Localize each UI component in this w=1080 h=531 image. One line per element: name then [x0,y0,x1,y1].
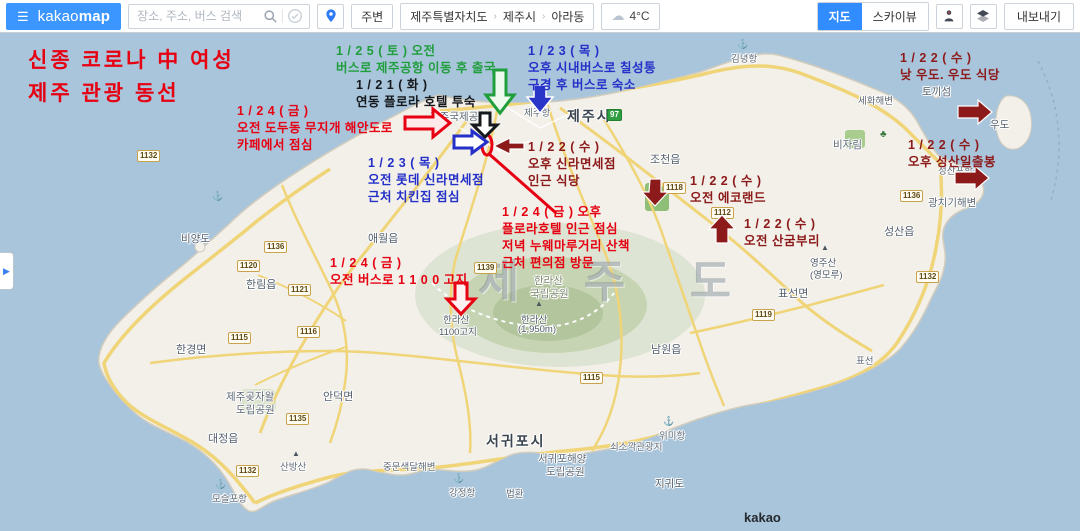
tab-skyview[interactable]: 스카이뷰 [862,3,928,30]
top-toolbar: ☰ kakaomap 주변 제주특별자치도 › 제주시 [0,0,1080,33]
breadcrumb: 제주특별자치도 › 제주시 › 아라동 [400,3,594,30]
my-location-button[interactable] [317,4,344,29]
annotation-line: 오전 도두동 무지개 해안도로 [237,120,393,137]
annotation-line: 1 / 2 5 ( 토 ) 오전 [336,43,496,60]
layers-button[interactable] [970,4,997,29]
annotation-0122-ecoland: 1 / 2 2 ( 수 ) 오전 에코랜드 [690,173,766,207]
nearby-button[interactable]: 주변 [351,4,393,29]
annotation-0122-sangumburi: 1 / 2 2 ( 수 ) 오전 산굼부리 [744,216,820,250]
annotation-line: 1 / 2 3 ( 목 ) [368,155,484,172]
annotation-0122-udo: 1 / 2 2 ( 수 ) 낮 우도. 우도 식당 [900,50,1000,84]
itinerary-title: 신종 코로나 中 여성 제주 관광 동선 [28,45,235,110]
annotation-0122-seongsan: 1 / 2 2 ( 수 ) 오후 성산일출봉 [908,137,996,171]
annotation-line: 1 / 2 3 ( 목 ) [528,43,656,60]
kakaomap-logo[interactable]: ☰ kakaomap [6,3,121,30]
annotation-line: 플로라호텔 인근 점심 [502,221,630,238]
map-pin-icon [323,7,339,25]
annotation-line: 카페에서 점심 [237,137,393,154]
itinerary-title-line2: 제주 관광 동선 [28,78,235,111]
annotation-line: 오전 버스로 1 1 0 0 고지 [330,272,468,289]
logo-map: map [79,8,110,25]
arrow-darkred-left [494,138,524,154]
annotation-line: 낮 우도. 우도 식당 [900,67,1000,84]
annotation-line: 버스로 제주공항 이동 후 출국 [336,60,496,77]
annotation-line: 1 / 2 1 ( 화 ) [356,77,476,94]
map-canvas[interactable]: 제 주 도 제주국제공항 제주항 제주시 김녕항 세화해변 토끼섬 우도 비자림… [0,33,1080,531]
annotation-0124-flora: 1 / 2 4 ( 금 ) 오후 플로라호텔 인근 점심 저녁 누웨마루거리 산… [502,204,630,272]
logo-text: kakaomap [38,8,110,25]
chevron-right-icon: ▶ [3,266,10,277]
annotation-0125-departure: 1 / 2 5 ( 토 ) 오전 버스로 제주공항 이동 후 출국 [336,43,496,77]
cloud-icon: ☁ [611,8,624,24]
logo-kakao: kakao [38,8,79,25]
annotation-line: 근처 치킨집 점심 [368,189,484,206]
kakaomap-app: ☰ kakaomap 주변 제주특별자치도 › 제주시 [0,0,1080,531]
temperature: 4°C [629,9,649,23]
breadcrumb-region[interactable]: 제주특별자치도 [410,8,487,25]
annotation-line: 오전 롯데 신라면세점 [368,172,484,189]
annotation-0123-dutyfree-chicken: 1 / 2 3 ( 목 ) 오전 롯데 신라면세점 근처 치킨집 점심 [368,155,484,206]
annotation-line: 저녁 누웨마루거리 산책 [502,238,630,255]
annotation-0123-chilseong: 1 / 2 3 ( 목 ) 오후 시내버스로 칠성통 구경 후 버스로 숙소 [528,43,656,94]
annotation-line: 1 / 2 2 ( 수 ) [900,50,1000,67]
weather-widget[interactable]: ☁ 4°C [601,3,659,30]
annotation-line: 1 / 2 2 ( 수 ) [528,139,616,156]
itinerary-title-line1: 신종 코로나 中 여성 [28,45,235,78]
breadcrumb-district[interactable]: 아라동 [551,8,584,25]
annotation-line: 1 / 2 2 ( 수 ) [908,137,996,154]
annotation-line: 오전 산굼부리 [744,233,820,250]
breadcrumb-city[interactable]: 제주시 [503,8,536,25]
annotation-line: 오후 시내버스로 칠성통 [528,60,656,77]
tab-map-view[interactable]: 지도 [818,3,862,30]
annotation-0124-dodu: 1 / 2 4 ( 금 ) 오전 도두동 무지개 해안도로 카페에서 점심 [237,103,393,154]
annotation-line: 1 / 2 4 ( 금 ) 오후 [502,204,630,221]
menu-icon[interactable]: ☰ [17,10,29,23]
roadview-button[interactable] [936,4,963,29]
annotation-line: 오전 에코랜드 [690,190,766,207]
annotation-line: 1 / 2 2 ( 수 ) [744,216,820,233]
search-divider [282,9,283,23]
annotation-line: 1 / 2 4 ( 금 ) [237,103,393,120]
arrow-darkred-down-ecoland [642,179,668,206]
breadcrumb-separator: › [494,11,497,22]
annotation-line: 인근 식당 [528,173,616,190]
sidebar-expand-button[interactable]: ▶ [0,252,14,290]
annotation-line: 오후 신라면세점 [528,156,616,173]
annotation-line: 오후 성산일출봉 [908,154,996,171]
annotation-line: 1 / 2 4 ( 금 ) [330,255,468,272]
arrow-darkred-right-udo [958,100,992,124]
annotation-0124-1100: 1 / 2 4 ( 금 ) 오전 버스로 1 1 0 0 고지 [330,255,468,289]
export-button[interactable]: 내보내기 [1004,3,1074,30]
annotation-line: 구경 후 버스로 숙소 [528,77,656,94]
annotation-line: 1 / 2 2 ( 수 ) [690,173,766,190]
arrow-red-right [405,109,450,137]
annotation-0122-shilla: 1 / 2 2 ( 수 ) 오후 신라면세점 인근 식당 [528,139,616,190]
arrow-darkred-up-sangumburi [709,215,735,243]
search-icon[interactable] [263,9,278,24]
layers-icon [975,8,991,24]
check-circle-icon[interactable] [287,8,303,24]
view-toggle: 지도 스카이뷰 [817,2,929,31]
roadview-person-icon [941,8,957,24]
search-input[interactable] [135,8,259,24]
annotation-line: 근처 편의점 방문 [502,255,630,272]
search-box[interactable] [128,4,310,29]
breadcrumb-separator: › [542,11,545,22]
